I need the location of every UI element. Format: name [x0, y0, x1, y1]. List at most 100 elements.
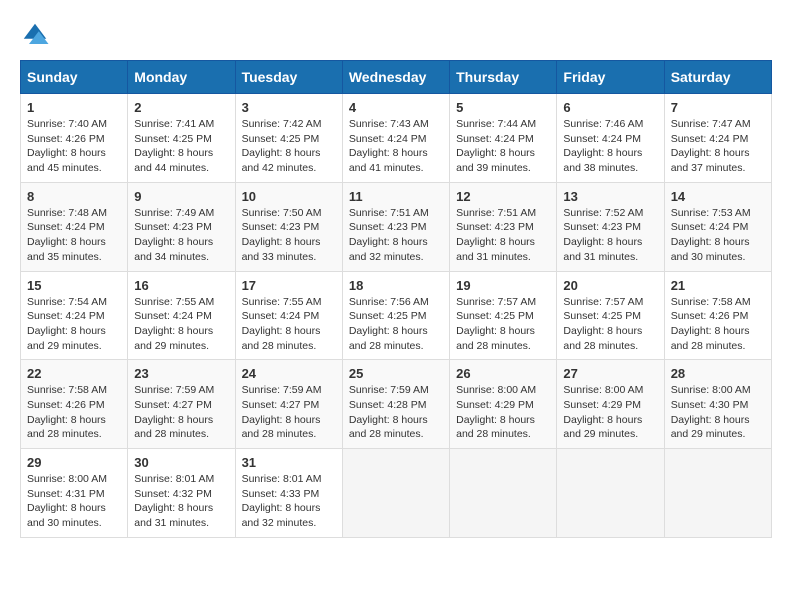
day-info: Sunrise: 8:00 AM Sunset: 4:29 PM Dayligh… — [563, 383, 657, 442]
empty-cell — [557, 449, 664, 538]
day-cell-1: 1 Sunrise: 7:40 AM Sunset: 4:26 PM Dayli… — [21, 94, 128, 183]
day-cell-7: 7 Sunrise: 7:47 AM Sunset: 4:24 PM Dayli… — [664, 94, 771, 183]
empty-cell — [342, 449, 449, 538]
day-number: 21 — [671, 278, 765, 293]
day-number: 11 — [349, 189, 443, 204]
day-info: Sunrise: 8:00 AM Sunset: 4:29 PM Dayligh… — [456, 383, 550, 442]
day-cell-10: 10 Sunrise: 7:50 AM Sunset: 4:23 PM Dayl… — [235, 182, 342, 271]
logo-icon — [20, 20, 50, 50]
day-cell-11: 11 Sunrise: 7:51 AM Sunset: 4:23 PM Dayl… — [342, 182, 449, 271]
day-cell-3: 3 Sunrise: 7:42 AM Sunset: 4:25 PM Dayli… — [235, 94, 342, 183]
day-cell-14: 14 Sunrise: 7:53 AM Sunset: 4:24 PM Dayl… — [664, 182, 771, 271]
day-number: 8 — [27, 189, 121, 204]
day-number: 24 — [242, 366, 336, 381]
day-cell-21: 21 Sunrise: 7:58 AM Sunset: 4:26 PM Dayl… — [664, 271, 771, 360]
day-info: Sunrise: 7:57 AM Sunset: 4:25 PM Dayligh… — [563, 295, 657, 354]
day-number: 22 — [27, 366, 121, 381]
day-cell-16: 16 Sunrise: 7:55 AM Sunset: 4:24 PM Dayl… — [128, 271, 235, 360]
day-number: 23 — [134, 366, 228, 381]
day-info: Sunrise: 7:46 AM Sunset: 4:24 PM Dayligh… — [563, 117, 657, 176]
day-info: Sunrise: 7:58 AM Sunset: 4:26 PM Dayligh… — [671, 295, 765, 354]
day-number: 30 — [134, 455, 228, 470]
day-info: Sunrise: 7:51 AM Sunset: 4:23 PM Dayligh… — [349, 206, 443, 265]
day-cell-30: 30 Sunrise: 8:01 AM Sunset: 4:32 PM Dayl… — [128, 449, 235, 538]
day-cell-28: 28 Sunrise: 8:00 AM Sunset: 4:30 PM Dayl… — [664, 360, 771, 449]
day-cell-19: 19 Sunrise: 7:57 AM Sunset: 4:25 PM Dayl… — [450, 271, 557, 360]
day-cell-5: 5 Sunrise: 7:44 AM Sunset: 4:24 PM Dayli… — [450, 94, 557, 183]
day-info: Sunrise: 7:47 AM Sunset: 4:24 PM Dayligh… — [671, 117, 765, 176]
day-cell-23: 23 Sunrise: 7:59 AM Sunset: 4:27 PM Dayl… — [128, 360, 235, 449]
day-info: Sunrise: 7:54 AM Sunset: 4:24 PM Dayligh… — [27, 295, 121, 354]
day-info: Sunrise: 7:59 AM Sunset: 4:28 PM Dayligh… — [349, 383, 443, 442]
day-number: 5 — [456, 100, 550, 115]
day-info: Sunrise: 7:51 AM Sunset: 4:23 PM Dayligh… — [456, 206, 550, 265]
day-cell-24: 24 Sunrise: 7:59 AM Sunset: 4:27 PM Dayl… — [235, 360, 342, 449]
day-header-friday: Friday — [557, 61, 664, 94]
day-cell-31: 31 Sunrise: 8:01 AM Sunset: 4:33 PM Dayl… — [235, 449, 342, 538]
day-number: 19 — [456, 278, 550, 293]
day-info: Sunrise: 7:58 AM Sunset: 4:26 PM Dayligh… — [27, 383, 121, 442]
calendar-week-2: 8 Sunrise: 7:48 AM Sunset: 4:24 PM Dayli… — [21, 182, 772, 271]
day-cell-29: 29 Sunrise: 8:00 AM Sunset: 4:31 PM Dayl… — [21, 449, 128, 538]
day-number: 17 — [242, 278, 336, 293]
day-info: Sunrise: 7:44 AM Sunset: 4:24 PM Dayligh… — [456, 117, 550, 176]
day-number: 25 — [349, 366, 443, 381]
calendar-week-5: 29 Sunrise: 8:00 AM Sunset: 4:31 PM Dayl… — [21, 449, 772, 538]
day-info: Sunrise: 7:42 AM Sunset: 4:25 PM Dayligh… — [242, 117, 336, 176]
day-info: Sunrise: 7:43 AM Sunset: 4:24 PM Dayligh… — [349, 117, 443, 176]
day-info: Sunrise: 8:00 AM Sunset: 4:31 PM Dayligh… — [27, 472, 121, 531]
day-info: Sunrise: 7:49 AM Sunset: 4:23 PM Dayligh… — [134, 206, 228, 265]
day-info: Sunrise: 7:50 AM Sunset: 4:23 PM Dayligh… — [242, 206, 336, 265]
day-header-monday: Monday — [128, 61, 235, 94]
day-cell-18: 18 Sunrise: 7:56 AM Sunset: 4:25 PM Dayl… — [342, 271, 449, 360]
day-number: 7 — [671, 100, 765, 115]
day-info: Sunrise: 7:59 AM Sunset: 4:27 PM Dayligh… — [134, 383, 228, 442]
calendar-week-1: 1 Sunrise: 7:40 AM Sunset: 4:26 PM Dayli… — [21, 94, 772, 183]
day-header-saturday: Saturday — [664, 61, 771, 94]
day-number: 20 — [563, 278, 657, 293]
day-number: 10 — [242, 189, 336, 204]
day-number: 28 — [671, 366, 765, 381]
day-info: Sunrise: 7:59 AM Sunset: 4:27 PM Dayligh… — [242, 383, 336, 442]
day-cell-2: 2 Sunrise: 7:41 AM Sunset: 4:25 PM Dayli… — [128, 94, 235, 183]
day-number: 6 — [563, 100, 657, 115]
day-number: 4 — [349, 100, 443, 115]
logo — [20, 20, 54, 50]
empty-cell — [664, 449, 771, 538]
page-header — [20, 20, 772, 50]
day-cell-26: 26 Sunrise: 8:00 AM Sunset: 4:29 PM Dayl… — [450, 360, 557, 449]
day-number: 1 — [27, 100, 121, 115]
day-number: 31 — [242, 455, 336, 470]
day-info: Sunrise: 7:55 AM Sunset: 4:24 PM Dayligh… — [134, 295, 228, 354]
day-header-thursday: Thursday — [450, 61, 557, 94]
day-number: 16 — [134, 278, 228, 293]
calendar-table: SundayMondayTuesdayWednesdayThursdayFrid… — [20, 60, 772, 538]
day-number: 29 — [27, 455, 121, 470]
day-info: Sunrise: 7:48 AM Sunset: 4:24 PM Dayligh… — [27, 206, 121, 265]
calendar-week-3: 15 Sunrise: 7:54 AM Sunset: 4:24 PM Dayl… — [21, 271, 772, 360]
day-number: 27 — [563, 366, 657, 381]
day-cell-12: 12 Sunrise: 7:51 AM Sunset: 4:23 PM Dayl… — [450, 182, 557, 271]
day-header-sunday: Sunday — [21, 61, 128, 94]
day-header-wednesday: Wednesday — [342, 61, 449, 94]
day-number: 2 — [134, 100, 228, 115]
day-cell-9: 9 Sunrise: 7:49 AM Sunset: 4:23 PM Dayli… — [128, 182, 235, 271]
day-info: Sunrise: 7:55 AM Sunset: 4:24 PM Dayligh… — [242, 295, 336, 354]
day-cell-22: 22 Sunrise: 7:58 AM Sunset: 4:26 PM Dayl… — [21, 360, 128, 449]
day-header-tuesday: Tuesday — [235, 61, 342, 94]
day-info: Sunrise: 8:01 AM Sunset: 4:32 PM Dayligh… — [134, 472, 228, 531]
calendar-header-row: SundayMondayTuesdayWednesdayThursdayFrid… — [21, 61, 772, 94]
day-info: Sunrise: 8:01 AM Sunset: 4:33 PM Dayligh… — [242, 472, 336, 531]
day-number: 14 — [671, 189, 765, 204]
day-cell-20: 20 Sunrise: 7:57 AM Sunset: 4:25 PM Dayl… — [557, 271, 664, 360]
day-info: Sunrise: 7:53 AM Sunset: 4:24 PM Dayligh… — [671, 206, 765, 265]
day-number: 26 — [456, 366, 550, 381]
day-info: Sunrise: 7:57 AM Sunset: 4:25 PM Dayligh… — [456, 295, 550, 354]
day-info: Sunrise: 8:00 AM Sunset: 4:30 PM Dayligh… — [671, 383, 765, 442]
day-cell-17: 17 Sunrise: 7:55 AM Sunset: 4:24 PM Dayl… — [235, 271, 342, 360]
day-number: 18 — [349, 278, 443, 293]
day-cell-4: 4 Sunrise: 7:43 AM Sunset: 4:24 PM Dayli… — [342, 94, 449, 183]
day-info: Sunrise: 7:56 AM Sunset: 4:25 PM Dayligh… — [349, 295, 443, 354]
day-info: Sunrise: 7:41 AM Sunset: 4:25 PM Dayligh… — [134, 117, 228, 176]
day-cell-6: 6 Sunrise: 7:46 AM Sunset: 4:24 PM Dayli… — [557, 94, 664, 183]
